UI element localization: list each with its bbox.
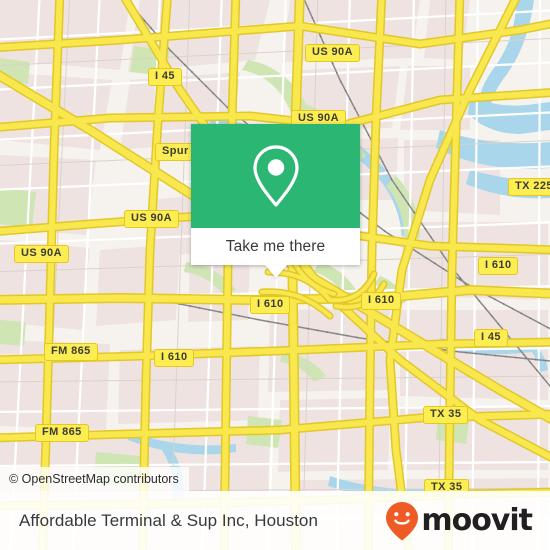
map-shield[interactable]: FM 865 [35,424,89,442]
map-shield[interactable]: I 610 [478,257,519,275]
attribution-text: © OpenStreetMap contributors [9,472,179,486]
map-shield[interactable]: US 90A [14,245,69,263]
callout-pin-area [191,124,360,228]
moovit-wordmark: moovit [421,502,533,538]
moovit-smiley-pin-icon [386,501,419,540]
map-shield[interactable]: FM 865 [44,343,98,361]
map-shield[interactable]: I 610 [154,349,195,367]
moovit-logo[interactable]: moovit [385,501,533,541]
map-pin-icon [252,145,299,207]
take-me-there-label: Take me there [225,237,326,255]
map-shield[interactable]: I 45 [148,68,182,86]
map-shield[interactable]: US 90A [124,210,179,228]
map-attribution[interactable]: © OpenStreetMap contributors [0,467,189,491]
map-shield[interactable]: I 610 [250,296,291,314]
map-shield[interactable]: TX 35 [423,406,469,424]
map-shield[interactable]: US 90A [305,44,360,62]
map-shield[interactable]: I 610 [361,292,402,310]
callout-action-area[interactable]: Take me there [191,228,360,265]
destination-callout-card[interactable]: Take me there [191,124,360,278]
place-title: Affordable Terminal & Sup Inc, Houston [19,510,318,530]
moovit-map-screen: US 90A I 45 US 90A Spur 5 TX 225 US 90A … [0,0,550,550]
bottom-info-bar: Affordable Terminal & Sup Inc, Houston m… [0,491,550,550]
map-shield[interactable]: TX 225 [508,178,550,196]
callout-pointer [264,265,287,278]
map-shield[interactable]: I 45 [474,329,508,347]
